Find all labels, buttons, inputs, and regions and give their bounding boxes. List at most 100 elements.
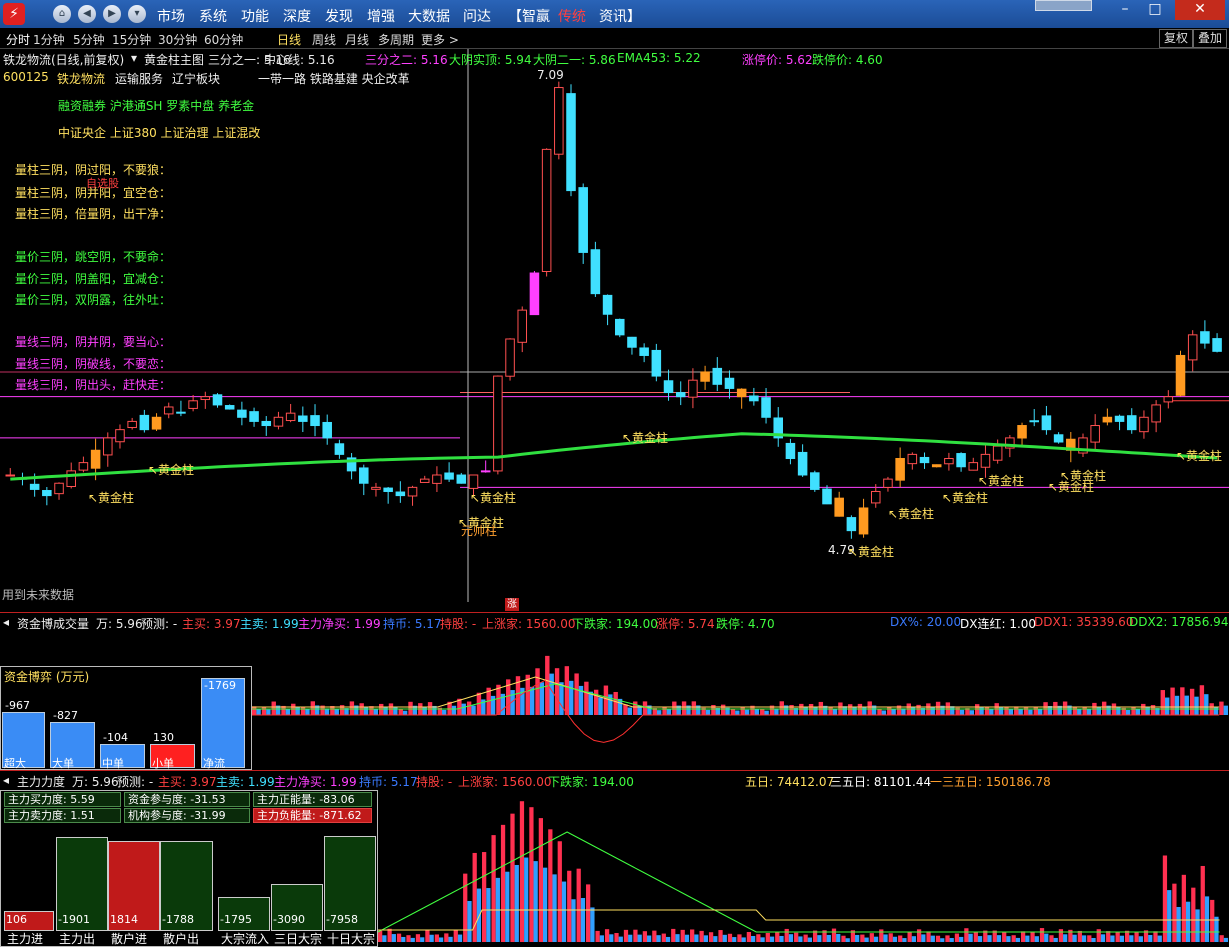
volume-bar [1077, 709, 1082, 715]
menu-wenda[interactable]: 问达 [463, 6, 491, 26]
candle [90, 449, 101, 469]
main-force-chart[interactable] [378, 790, 1229, 945]
candle [554, 87, 564, 155]
volume-bar [559, 682, 564, 715]
force-volume-bar [529, 807, 534, 942]
force-volume-bar [775, 931, 780, 942]
force-metric-cell: 资金参与度: -31.53 [124, 792, 250, 807]
volume-bar [633, 701, 638, 715]
dropdown-icon[interactable]: ▾ [128, 5, 146, 23]
menu-traditional[interactable]: 传统 [558, 6, 586, 26]
panel2-forecast: 预测: - [141, 617, 178, 631]
force-volume-bar [855, 934, 860, 942]
force-volume-bar [1219, 935, 1224, 942]
volume-bar [910, 706, 916, 715]
volume-bar [730, 708, 736, 715]
force-bar-label: 主力进 [7, 932, 44, 946]
capital-bar-value: -1769 [204, 679, 236, 692]
force-volume-bar [1106, 931, 1111, 942]
menu-function[interactable]: 功能 [241, 6, 269, 26]
candle [273, 416, 284, 427]
force-bar-label: 散户出 [163, 932, 200, 946]
period-toolbar: 分时 1分钟 5分钟 15分钟 30分钟 60分钟 日线 周线 月线 多周期 更… [0, 28, 1229, 49]
candle [639, 347, 649, 356]
volume-bar [764, 710, 769, 715]
minimize-icon[interactable]: – [1110, 0, 1140, 20]
candle [602, 294, 613, 315]
menu-depth[interactable]: 深度 [283, 6, 311, 26]
force-metric-cell: 主力负能量: -871.62 [253, 808, 372, 823]
back-icon[interactable]: ◀ [78, 5, 96, 23]
panel3-value: 主买: 3.97 [158, 775, 217, 789]
indicator-value: EMA453: 5.22 [617, 51, 701, 65]
candle [980, 453, 991, 468]
force-volume-bar [486, 888, 491, 942]
candle [1175, 354, 1186, 396]
force-volume-bar [1172, 883, 1177, 942]
volume-bar [593, 689, 599, 715]
menu-bigdata[interactable]: 大数据 [408, 6, 450, 26]
period-weekly[interactable]: 周线 [312, 31, 336, 48]
candle [529, 272, 540, 316]
candlestick-chart[interactable] [0, 49, 1229, 612]
menu-market[interactable]: 市场 [157, 6, 185, 26]
candle [249, 411, 259, 422]
force-volume-bar [618, 936, 623, 942]
force-volume-bar [609, 934, 614, 942]
volume-bar [803, 707, 808, 715]
candle [66, 470, 76, 488]
force-volume-bar [391, 934, 396, 942]
panel2-value: 下跌家: 194.00 [572, 617, 658, 631]
period-1min[interactable]: 1分钟 [33, 31, 65, 48]
volume-bar [691, 701, 697, 715]
period-30min[interactable]: 30分钟 [158, 31, 197, 48]
panel3-collapse-icon[interactable]: ◂ [3, 773, 9, 787]
candle [566, 93, 576, 192]
candle [810, 472, 820, 490]
candle [761, 397, 771, 418]
period-fenshi[interactable]: 分时 [6, 31, 30, 48]
force-volume-bar [396, 933, 402, 942]
menu-enhance[interactable]: 增强 [367, 6, 395, 26]
force-volume-bar [873, 936, 879, 942]
menu-info[interactable]: 资讯】 [599, 6, 641, 26]
capital-volume-chart[interactable] [252, 630, 1229, 770]
force-volume-bar [940, 938, 945, 942]
home-icon[interactable]: ⌂ [53, 5, 71, 23]
period-60min[interactable]: 60分钟 [204, 31, 243, 48]
restore-rights-button[interactable]: 复权 [1159, 29, 1194, 48]
volume-bar [862, 707, 867, 715]
menu-system[interactable]: 系统 [199, 6, 227, 26]
period-daily[interactable]: 日线 [277, 31, 301, 48]
candle [1151, 404, 1161, 423]
candle [395, 491, 406, 497]
force-volume-bar [642, 931, 648, 942]
forward-icon[interactable]: ▶ [103, 5, 121, 23]
overlay-button[interactable]: 叠加 [1193, 29, 1228, 48]
volume-bar [744, 709, 750, 715]
candle [517, 309, 528, 343]
volume-ma-line [252, 676, 1220, 708]
force-metric-cell: 主力正能量: -83.06 [253, 792, 372, 807]
app-logo-icon[interactable]: ⚡ [3, 3, 25, 25]
panel2-title[interactable]: 资金博成交量 [17, 615, 89, 632]
menu-zhiying[interactable]: 【智赢 [508, 6, 550, 26]
panel3-title[interactable]: 主力力度 [17, 773, 65, 790]
close-icon[interactable]: ✕ [1175, 0, 1225, 20]
candle [919, 456, 930, 464]
force-metric-cell: 主力买力度: 5.59 [4, 792, 121, 807]
period-more[interactable]: 更多 > [421, 31, 459, 48]
force-volume-bar [987, 935, 992, 942]
panel2-collapse-icon[interactable]: ◂ [3, 615, 9, 629]
period-monthly[interactable]: 月线 [345, 31, 369, 48]
gold-column-label: ↖黄金柱 [458, 516, 505, 530]
volume-bar [847, 704, 853, 715]
force-volume-bar [1134, 932, 1139, 942]
gold-column-label: ↖黄金柱 [1048, 480, 1095, 494]
period-5min[interactable]: 5分钟 [73, 31, 105, 48]
force-volume-bar [552, 874, 557, 942]
period-multi[interactable]: 多周期 [378, 31, 414, 48]
menu-discover[interactable]: 发现 [325, 6, 353, 26]
maximize-icon[interactable]: □ [1140, 0, 1170, 20]
period-15min[interactable]: 15分钟 [112, 31, 151, 48]
